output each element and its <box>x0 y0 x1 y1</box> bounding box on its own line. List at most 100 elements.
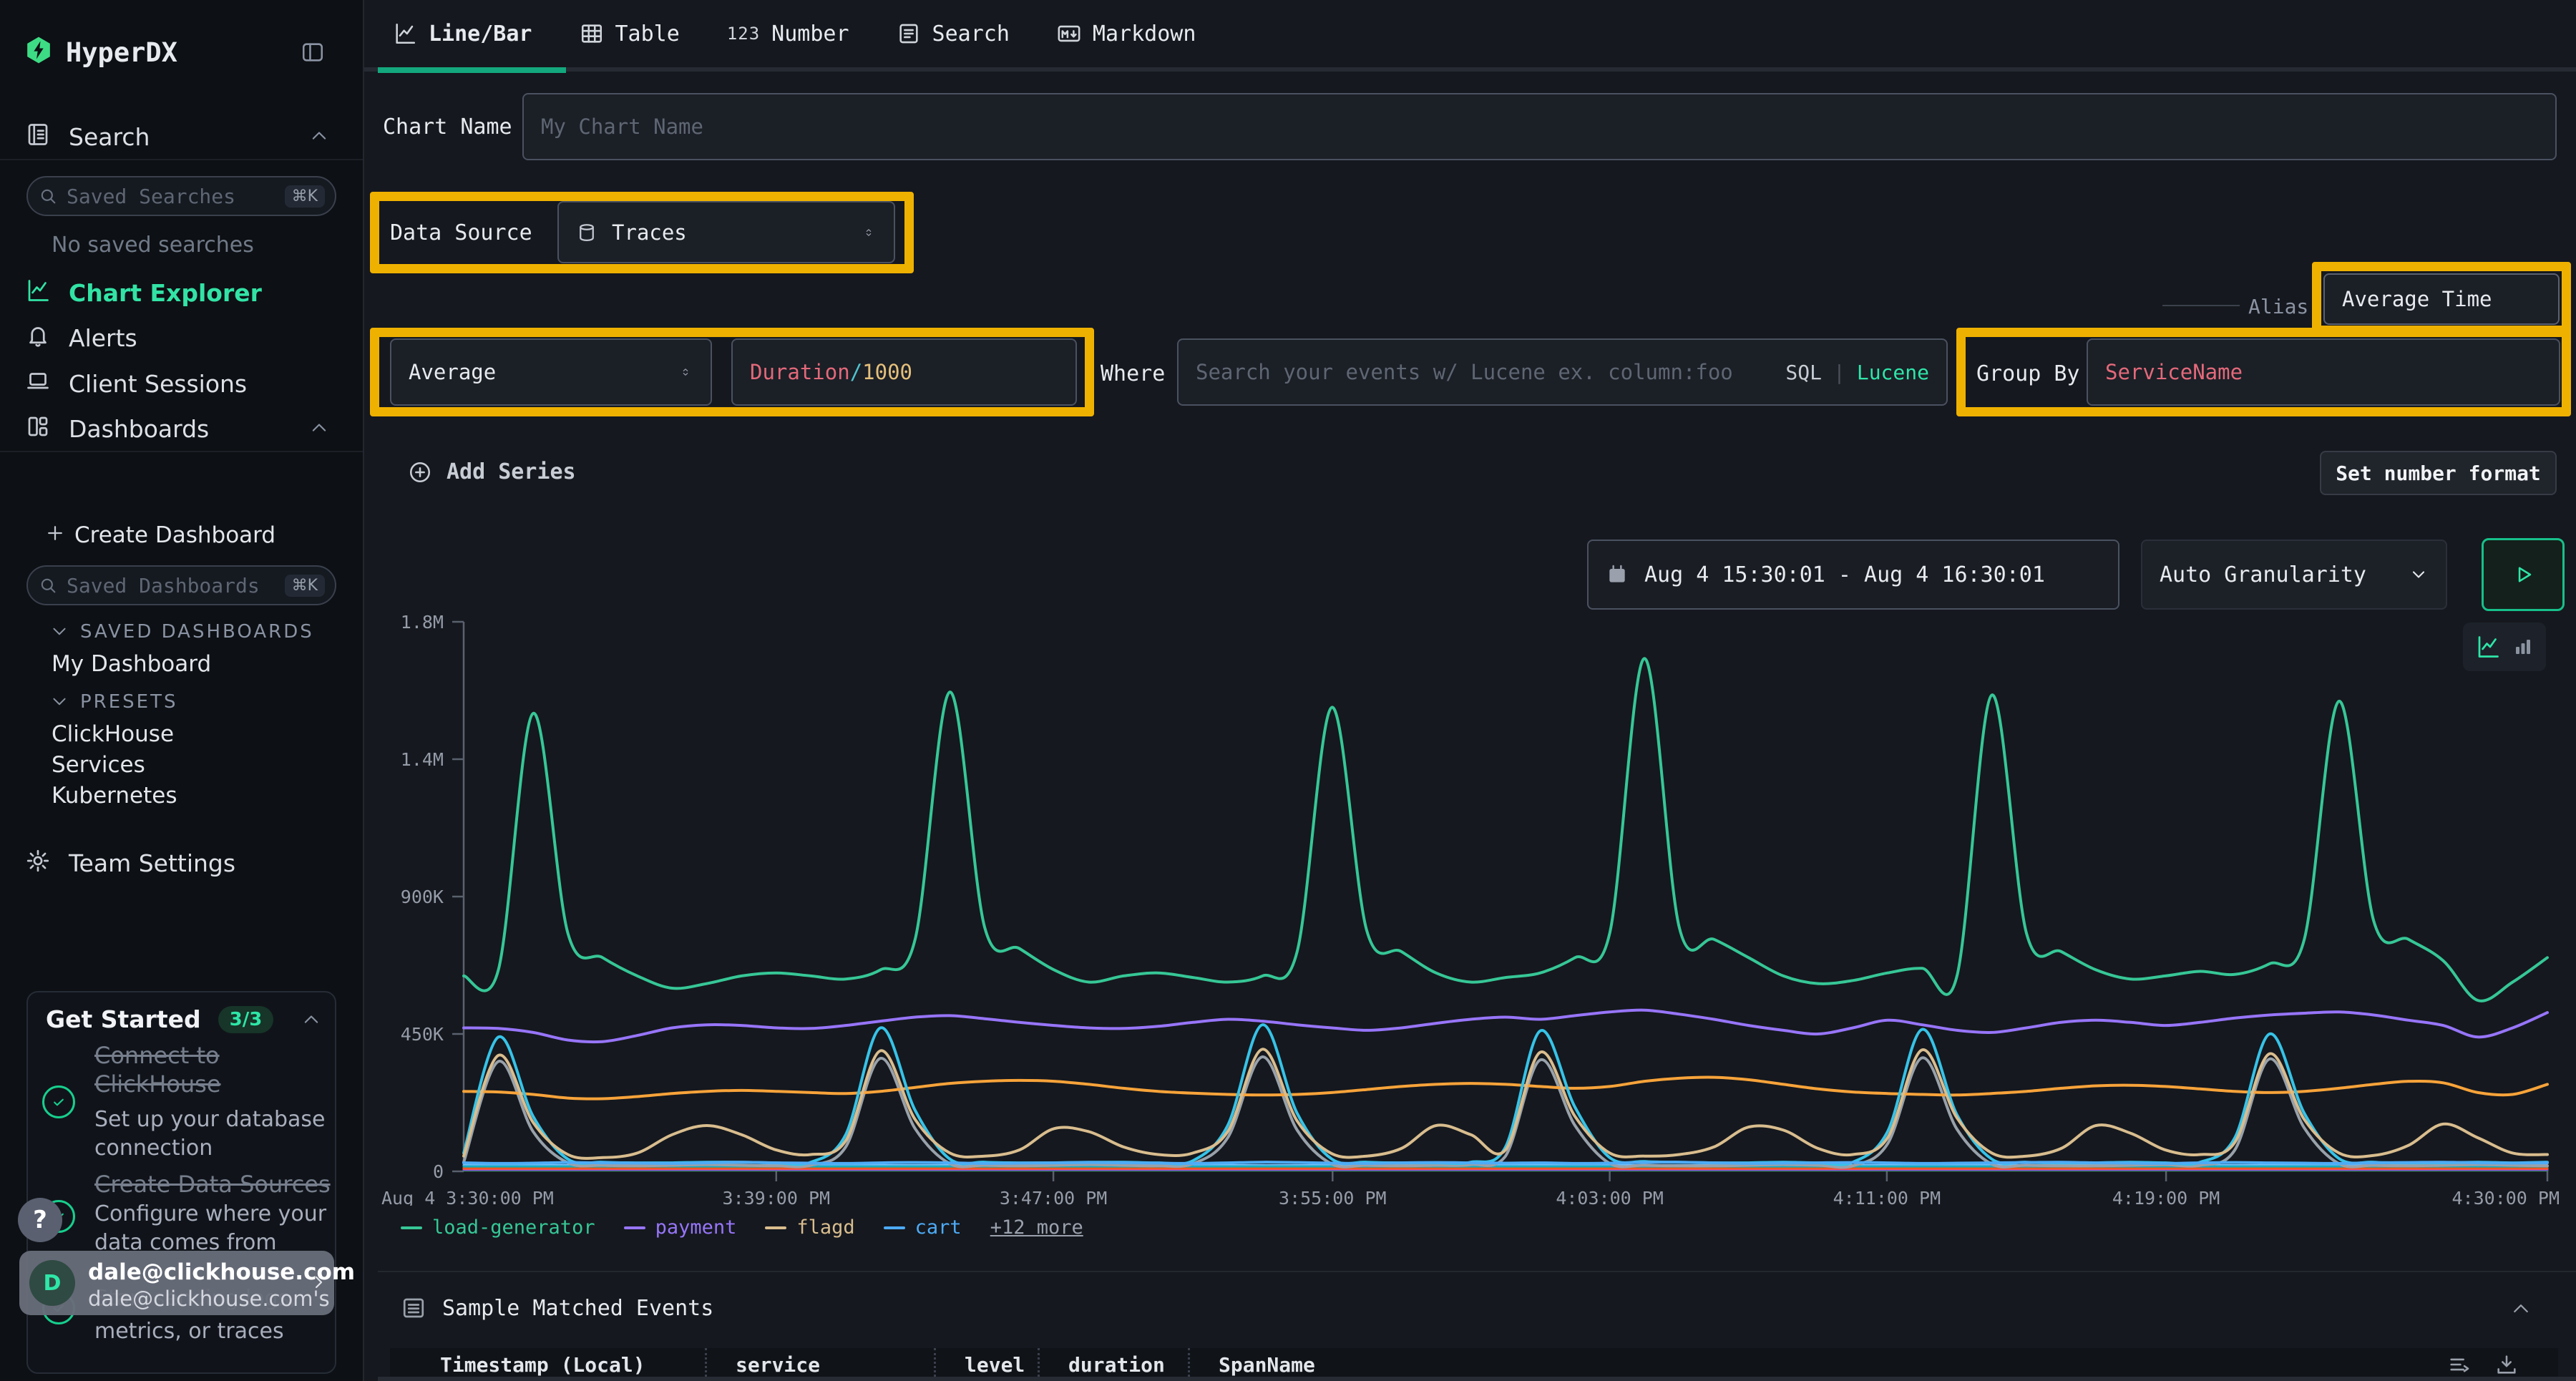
run-query-button[interactable] <box>2482 538 2565 611</box>
line-chart-icon <box>393 21 417 46</box>
bell-icon <box>25 323 51 348</box>
get-started-card: Get Started 3/3 Connect to ClickHouse Se… <box>26 991 336 1374</box>
download-icon[interactable] <box>2494 1352 2519 1377</box>
group-by-value: ServiceName <box>2105 360 2243 384</box>
alias-connector-line <box>2162 305 2240 306</box>
svg-text:4:03:00 PM: 4:03:00 PM <box>1556 1188 1664 1206</box>
avatar: D <box>29 1260 75 1306</box>
alias-label: Alias <box>2248 295 2308 318</box>
get-started-step-title[interactable]: Connect to ClickHouse <box>94 1041 323 1098</box>
granularity-value: Auto Granularity <box>2160 562 2366 587</box>
gear-icon <box>25 848 51 874</box>
sidebar-item-team-settings[interactable]: Team Settings <box>69 849 235 877</box>
granularity-select[interactable]: Auto Granularity <box>2141 540 2447 610</box>
get-started-progress-badge: 3/3 <box>218 1006 274 1033</box>
tab-label: Number <box>771 21 849 47</box>
saved-dashboards-input[interactable]: Saved Dashboards ⌘K <box>26 565 336 605</box>
sample-events-header[interactable]: Sample Matched Events <box>401 1295 713 1321</box>
tab-markdown[interactable]: Markdown <box>1057 21 1196 47</box>
sql-toggle[interactable]: SQL <box>1785 361 1822 384</box>
legend-swatch <box>401 1226 422 1229</box>
chevron-down-icon <box>50 696 69 708</box>
chart-series-flagd <box>464 1049 2547 1158</box>
help-button[interactable]: ? <box>18 1198 62 1242</box>
chart-series-cart <box>464 1162 2547 1163</box>
lucene-toggle[interactable]: Lucene <box>1857 361 1929 384</box>
alias-input[interactable]: Average Time <box>2323 273 2560 325</box>
legend-item[interactable]: cart <box>884 1216 962 1239</box>
collapse-events-icon[interactable] <box>2510 1301 2532 1315</box>
legend-item[interactable]: payment <box>624 1216 737 1239</box>
sidebar-item-services[interactable]: Services <box>52 752 145 778</box>
saved-searches-placeholder: Saved Searches <box>67 185 235 208</box>
time-range-value: Aug 4 15:30:01 - Aug 4 16:30:01 <box>1644 562 2045 587</box>
presets-section-header[interactable]: PRESETS <box>50 691 178 713</box>
svg-text:3:55:00 PM: 3:55:00 PM <box>1279 1188 1387 1206</box>
expression-input[interactable]: Duration/1000 <box>731 338 1077 406</box>
sidebar-item-kubernetes[interactable]: Kubernetes <box>52 783 177 809</box>
tab-line-bar[interactable]: Line/Bar <box>393 21 532 47</box>
where-input[interactable]: Search your events w/ Lucene ex. column:… <box>1177 338 1948 406</box>
aggregation-select[interactable]: Average <box>390 338 712 406</box>
saved-dashboards-section-header[interactable]: SAVED DASHBOARDS <box>50 621 314 643</box>
hyperdx-logo-icon <box>24 36 53 64</box>
svg-text:4:19:00 PM: 4:19:00 PM <box>2112 1188 2220 1206</box>
svg-text:3:47:00 PM: 3:47:00 PM <box>1000 1188 1108 1206</box>
get-started-step-title[interactable]: Create Data Sources <box>94 1170 338 1199</box>
search-collapse-icon[interactable] <box>309 129 329 142</box>
tab-label: Table <box>615 21 680 47</box>
data-source-select[interactable]: Traces <box>557 201 895 263</box>
sidebar-item-alerts[interactable]: Alerts <box>69 324 137 352</box>
laptop-icon <box>25 369 51 394</box>
group-by-input[interactable]: ServiceName <box>2087 338 2560 406</box>
dashboards-collapse-icon[interactable] <box>309 421 329 434</box>
get-started-step-subtitle: Configure where your data comes from <box>94 1200 331 1257</box>
legend-item[interactable]: flagd <box>765 1216 854 1239</box>
get-started-collapse-icon[interactable] <box>301 1012 321 1025</box>
get-started-step-subtitle: Set up your database connection <box>94 1106 331 1163</box>
chart-name-label: Chart Name <box>383 114 512 140</box>
chart-series-payment <box>464 1010 2547 1042</box>
chevron-down-icon <box>50 626 69 638</box>
legend-more-link[interactable]: +12 more <box>990 1216 1083 1239</box>
where-placeholder: Search your events w/ Lucene ex. column:… <box>1196 360 1733 384</box>
collapse-sidebar-icon[interactable] <box>301 40 325 64</box>
add-series-button[interactable]: Add Series <box>408 459 576 484</box>
set-number-format-button[interactable]: Set number format <box>2320 451 2557 495</box>
tab-search[interactable]: Search <box>897 21 1010 47</box>
sidebar-item-dashboards[interactable]: Dashboards <box>69 415 209 443</box>
tab-label: Line/Bar <box>429 21 532 47</box>
legend-swatch <box>765 1226 786 1229</box>
tab-number[interactable]: 123Number <box>727 21 849 47</box>
plus-icon <box>44 522 66 544</box>
where-label: Where <box>1101 361 1165 386</box>
language-divider: | <box>1833 361 1845 384</box>
shortcut-badge: ⌘K <box>285 185 325 208</box>
plus-circle-icon <box>408 460 432 484</box>
chart-name-placeholder: My Chart Name <box>541 114 703 139</box>
chart-name-input[interactable]: My Chart Name <box>522 93 2557 160</box>
sidebar-section-search[interactable]: Search <box>69 123 150 151</box>
chart-series-load-generator <box>464 658 2547 1001</box>
time-series-chart[interactable]: 0450K900K1.4M1.8MAug 4 3:30:00 PM3:39:00… <box>372 612 2576 1206</box>
sidebar-item-chart-explorer[interactable]: Chart Explorer <box>69 279 262 307</box>
tab-label: Search <box>932 21 1010 47</box>
dashboards-icon <box>25 414 51 439</box>
select-updown-icon <box>678 366 693 378</box>
sidebar-item-client-sessions[interactable]: Client Sessions <box>69 370 247 398</box>
saved-searches-input[interactable]: Saved Searches ⌘K <box>26 176 336 216</box>
row-expand-icon[interactable] <box>2447 1352 2472 1377</box>
svg-text:Aug 4 3:30:00 PM: Aug 4 3:30:00 PM <box>381 1188 554 1206</box>
svg-text:450K: 450K <box>401 1024 444 1045</box>
tab-table[interactable]: Table <box>580 21 680 47</box>
legend-item[interactable]: load-generator <box>401 1216 595 1239</box>
sidebar-item-my-dashboard[interactable]: My Dashboard <box>52 651 211 677</box>
sidebar-item-clickhouse[interactable]: ClickHouse <box>52 721 174 747</box>
svg-text:1.4M: 1.4M <box>401 749 444 770</box>
svg-text:4:30:00 PM: 4:30:00 PM <box>2451 1188 2560 1206</box>
time-range-picker[interactable]: Aug 4 15:30:01 - Aug 4 16:30:01 <box>1587 540 2119 610</box>
user-menu[interactable]: D dale@clickhouse.com dale@clickhouse.co… <box>19 1251 334 1315</box>
svg-text:1.8M: 1.8M <box>401 612 444 633</box>
list-icon <box>401 1295 426 1321</box>
create-dashboard-button[interactable]: Create Dashboard <box>74 522 275 548</box>
